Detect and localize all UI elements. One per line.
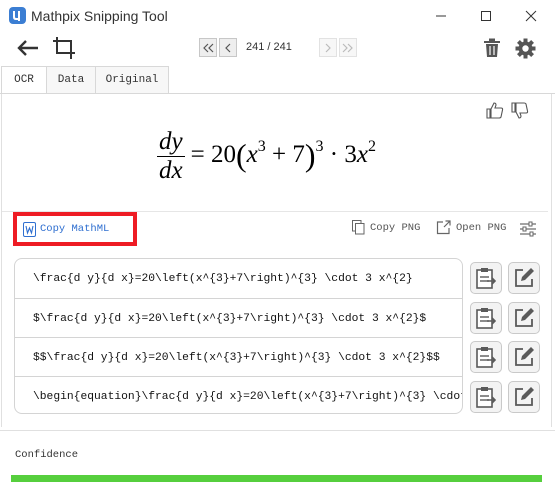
exponent: 3: [257, 137, 266, 155]
open-external-icon: [436, 220, 451, 235]
dot-operator: ·: [329, 141, 339, 169]
copy-png-button[interactable]: Copy PNG: [352, 220, 420, 235]
edit-row-1-button[interactable]: [508, 262, 540, 294]
open-png-label: Open PNG: [456, 221, 507, 234]
edit-icon: [515, 308, 534, 327]
maximize-icon: [481, 11, 491, 21]
trash-icon: [484, 38, 500, 57]
plus-sign: +: [271, 141, 287, 169]
rendered-equation: dy dx = 20(x3 + 7)3 · 3x2: [157, 128, 376, 185]
variable-x-2: x: [356, 141, 368, 169]
gear-icon: [515, 38, 535, 58]
page-indicator: 241 / 241: [246, 41, 292, 53]
format-options-button[interactable]: [518, 220, 538, 238]
tab-data[interactable]: Data: [46, 66, 96, 93]
exponent-2: 2: [367, 137, 376, 155]
constant: 7: [292, 141, 305, 169]
open-png-button[interactable]: Open PNG: [436, 220, 506, 235]
thumbs-up-button[interactable]: [485, 101, 505, 119]
window-title: Mathpix Snipping Tool: [31, 8, 168, 24]
chevron-right-icon: [325, 43, 331, 52]
double-chevron-right-icon: [342, 43, 353, 52]
copy-mathml-label: Copy MathML: [40, 223, 110, 235]
double-chevron-left-icon: [203, 43, 214, 52]
thumbs-up-icon: [486, 101, 504, 119]
close-button[interactable]: [508, 0, 554, 32]
tab-original-label: Original: [105, 74, 159, 86]
clipboard-icon: [476, 268, 497, 289]
tab-original[interactable]: Original: [95, 66, 169, 93]
maximize-button[interactable]: [463, 0, 509, 32]
outer-exponent: 3: [315, 137, 324, 155]
first-page-button[interactable]: [199, 38, 217, 57]
mathpix-logo-icon: [9, 7, 26, 24]
left-paren: (: [235, 137, 247, 173]
bottom-divider: [0, 430, 555, 431]
equation-fraction: dy dx: [157, 128, 185, 185]
next-page-button[interactable]: [319, 38, 337, 57]
copy-icon: [352, 220, 365, 235]
arrow-left-icon: [17, 40, 38, 56]
clipboard-icon: [476, 308, 497, 329]
tab-ocr[interactable]: OCR: [1, 66, 47, 94]
clipboard-icon: [476, 347, 497, 368]
edit-icon: [515, 347, 534, 366]
latex-row-display[interactable]: $$\frac{d y}{d x}=20\left(x^{3}+7\right)…: [15, 338, 462, 377]
latex-row-inline[interactable]: $\frac{d y}{d x}=20\left(x^{3}+7\right)^…: [15, 299, 462, 338]
clipboard-icon: [476, 387, 497, 408]
thumbs-down-button[interactable]: [510, 101, 530, 119]
confidence-bar-fill: [11, 475, 542, 482]
fraction-denominator: dx: [157, 156, 185, 184]
copy-row-4-button[interactable]: [470, 381, 502, 413]
screen-capture-icon: [53, 37, 75, 59]
copy-row-2-button[interactable]: [470, 302, 502, 334]
tab-data-label: Data: [57, 74, 85, 86]
minimize-icon: [436, 15, 446, 17]
factor: 3: [344, 141, 357, 169]
settings-button[interactable]: [514, 37, 536, 59]
last-page-button[interactable]: [339, 38, 357, 57]
copy-row-1-button[interactable]: [470, 262, 502, 294]
title-bar: Mathpix Snipping Tool: [0, 0, 555, 32]
sliders-icon: [520, 221, 536, 237]
edit-row-3-button[interactable]: [508, 341, 540, 373]
edit-row-2-button[interactable]: [508, 302, 540, 334]
copy-mathml-button[interactable]: Copy MathML: [13, 212, 137, 246]
confidence-label: Confidence: [15, 449, 79, 461]
equals-sign: =: [190, 141, 205, 169]
back-button[interactable]: [15, 37, 41, 59]
new-snip-button[interactable]: [52, 36, 76, 60]
latex-row-plain[interactable]: \frac{d y}{d x}=20\left(x^{3}+7\right)^{…: [15, 259, 462, 298]
minimize-button[interactable]: [418, 0, 464, 32]
previous-page-button[interactable]: [219, 38, 237, 57]
delete-button[interactable]: [481, 37, 503, 59]
tab-ocr-label: OCR: [14, 74, 34, 86]
edit-row-4-button[interactable]: [508, 381, 540, 413]
edit-icon: [515, 268, 534, 287]
thumbs-down-icon: [511, 101, 529, 119]
latex-results-list: \frac{d y}{d x}=20\left(x^{3}+7\right)^{…: [14, 258, 463, 414]
fraction-numerator: dy: [159, 128, 183, 155]
right-paren: ): [304, 137, 316, 173]
close-icon: [525, 10, 537, 22]
chevron-left-icon: [225, 43, 231, 52]
edit-icon: [515, 387, 534, 406]
latex-row-equation[interactable]: \begin{equation}\frac{d y}{d x}=20\left(…: [15, 377, 462, 413]
variable-x: x: [246, 141, 258, 169]
coefficient: 20: [210, 141, 236, 169]
copy-row-3-button[interactable]: [470, 341, 502, 373]
copy-png-label: Copy PNG: [370, 221, 421, 234]
word-document-icon: [23, 221, 36, 237]
confidence-bar: [11, 475, 542, 482]
